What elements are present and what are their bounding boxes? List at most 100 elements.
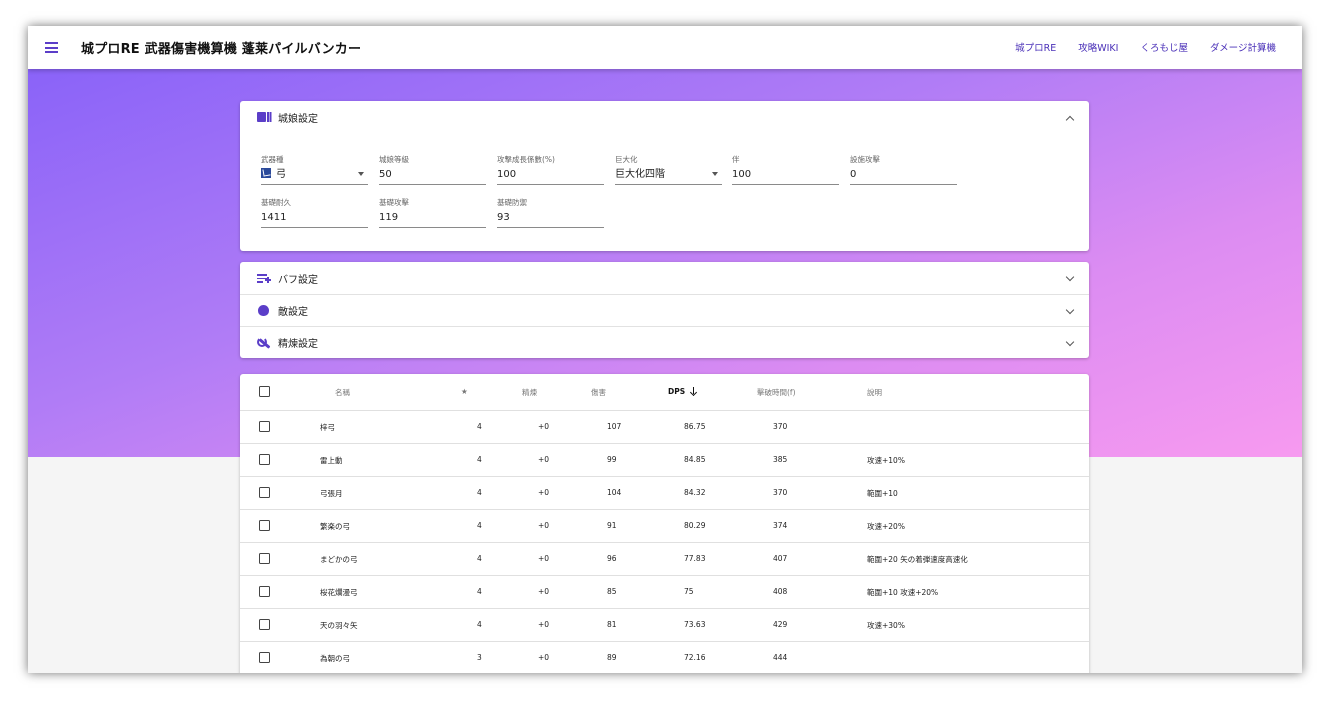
table-row[interactable]: 桜花爛漫弓 4 +0 85 75 408 範圍+10 攻速+20% bbox=[240, 576, 1089, 609]
panel-title: 敵設定 bbox=[278, 307, 308, 318]
top-nav: 城プロRE 攻略WIKI くろもじ屋 ダメージ計算機 bbox=[1015, 40, 1276, 54]
panel-title: 城娘設定 bbox=[278, 113, 318, 125]
field-value[interactable]: 50 bbox=[379, 168, 486, 182]
refine-cell: +0 bbox=[538, 521, 550, 530]
header-damage[interactable]: 傷害 bbox=[591, 387, 606, 398]
chevron-up-icon[interactable] bbox=[1065, 115, 1075, 125]
header-description[interactable]: 說明 bbox=[867, 387, 882, 398]
refine-settings-header[interactable]: 精煉設定 bbox=[240, 326, 1089, 358]
header-star[interactable]: ★ bbox=[461, 387, 468, 396]
dropdown-arrow-icon bbox=[712, 172, 718, 176]
nav-link-kuromojiya[interactable]: くろもじ屋 bbox=[1140, 40, 1188, 54]
table-row[interactable]: 梓弓 4 +0 107 86.75 370 bbox=[240, 411, 1089, 444]
star-cell: 4 bbox=[477, 455, 482, 464]
description-cell: 範圍+10 攻速+20% bbox=[867, 588, 939, 597]
table-row[interactable]: 繁楽の弓 4 +0 91 80.29 374 攻速+20% bbox=[240, 510, 1089, 543]
dps-cell: 77.83 bbox=[684, 554, 706, 563]
chevron-down-icon[interactable] bbox=[1065, 337, 1075, 347]
dps-cell: 84.32 bbox=[684, 488, 706, 497]
facility-attack-field[interactable]: 設施攻擊 0 bbox=[850, 154, 957, 185]
weapon-name-cell: 雷上動 bbox=[320, 456, 343, 465]
growth-rate-field[interactable]: 攻撃成長係數(%) 100 bbox=[497, 154, 604, 185]
row-checkbox[interactable] bbox=[259, 586, 270, 597]
time-cell: 370 bbox=[773, 488, 788, 497]
base-hp-field[interactable]: 基礎耐久 1411 bbox=[261, 197, 368, 228]
field-value[interactable]: 93 bbox=[497, 211, 604, 225]
chevron-down-icon[interactable] bbox=[1065, 272, 1075, 282]
dps-cell: 86.75 bbox=[684, 422, 706, 431]
field-value[interactable]: 119 bbox=[379, 211, 486, 225]
damage-cell: 91 bbox=[607, 521, 617, 530]
menu-icon[interactable] bbox=[45, 42, 58, 53]
nav-link-damage-calculator[interactable]: ダメージ計算機 bbox=[1210, 40, 1276, 54]
header-name[interactable]: 名稱 bbox=[335, 387, 350, 398]
giant-select[interactable]: 巨大化 巨大化四階 bbox=[615, 154, 722, 185]
collapsed-panels: バフ設定 敵設定 精煉設定 bbox=[240, 262, 1089, 358]
row-checkbox[interactable] bbox=[259, 454, 270, 465]
row-checkbox[interactable] bbox=[259, 652, 270, 663]
wrench-icon bbox=[257, 336, 271, 349]
star-cell: 4 bbox=[477, 620, 482, 629]
field-label: 設施攻擊 bbox=[850, 155, 880, 164]
weapon-name-cell: まどかの弓 bbox=[320, 555, 358, 564]
description-cell: 攻速+10% bbox=[867, 456, 905, 465]
table-header: 名稱 ★ 精煉 傷害 DPS 擊破時間(f) 說明 bbox=[240, 374, 1089, 411]
row-checkbox[interactable] bbox=[259, 619, 270, 630]
weapon-name-cell: 繁楽の弓 bbox=[320, 522, 350, 531]
level-field[interactable]: 城娘等級 50 bbox=[379, 154, 486, 185]
id-card-icon bbox=[257, 112, 271, 122]
table-row[interactable]: 雷上動 4 +0 99 84.85 385 攻速+10% bbox=[240, 444, 1089, 477]
time-cell: 370 bbox=[773, 422, 788, 431]
buff-settings-header[interactable]: バフ設定 bbox=[240, 262, 1089, 294]
field-label: 武器種 bbox=[261, 155, 284, 164]
time-cell: 385 bbox=[773, 455, 788, 464]
base-attack-field[interactable]: 基礎攻擊 119 bbox=[379, 197, 486, 228]
base-defense-field[interactable]: 基礎防禦 93 bbox=[497, 197, 604, 228]
star-cell: 4 bbox=[477, 587, 482, 596]
header-dps[interactable]: DPS bbox=[668, 387, 697, 396]
row-checkbox[interactable] bbox=[259, 520, 270, 531]
field-value[interactable]: 100 bbox=[732, 168, 839, 182]
damage-cell: 96 bbox=[607, 554, 617, 563]
chevron-down-icon[interactable] bbox=[1065, 305, 1075, 315]
table-row[interactable]: 天の羽々矢 4 +0 81 73.63 429 攻速+30% bbox=[240, 609, 1089, 642]
field-value[interactable]: 100 bbox=[497, 168, 604, 182]
dps-cell: 72.16 bbox=[684, 653, 706, 662]
row-checkbox[interactable] bbox=[259, 487, 270, 498]
field-value[interactable]: 巨大化四階 bbox=[615, 168, 722, 182]
panel-title: バフ設定 bbox=[278, 274, 318, 286]
header-time[interactable]: 擊破時間(f) bbox=[757, 387, 796, 398]
bond-field[interactable]: 伴 100 bbox=[732, 154, 839, 185]
nav-link-wiki[interactable]: 攻略WIKI bbox=[1078, 40, 1118, 54]
time-cell: 429 bbox=[773, 620, 788, 629]
dps-cell: 80.29 bbox=[684, 521, 706, 530]
star-cell: 4 bbox=[477, 488, 482, 497]
table-body: 梓弓 4 +0 107 86.75 370 雷上動 4 +0 99 84.85 385 攻速+10% 弓張… bbox=[240, 411, 1089, 673]
refine-cell: +0 bbox=[538, 422, 550, 431]
field-label: 巨大化 bbox=[615, 155, 638, 164]
field-label: 基礎攻擊 bbox=[379, 198, 409, 207]
castle-girl-settings-header[interactable]: 城娘設定 bbox=[240, 101, 1089, 133]
table-row[interactable]: 為朝の弓 3 +0 89 72.16 444 bbox=[240, 642, 1089, 673]
refine-cell: +0 bbox=[538, 653, 550, 662]
star-cell: 4 bbox=[477, 422, 482, 431]
time-cell: 444 bbox=[773, 653, 788, 662]
description-cell: 攻速+20% bbox=[867, 522, 905, 531]
dps-cell: 75 bbox=[684, 587, 694, 596]
weapon-type-select[interactable]: 武器種 弓 bbox=[261, 154, 368, 185]
enemy-settings-header[interactable]: 敵設定 bbox=[240, 294, 1089, 326]
table-row[interactable]: まどかの弓 4 +0 96 77.83 407 範圍+20 矢の着弾速度高速化 bbox=[240, 543, 1089, 576]
header-refine[interactable]: 精煉 bbox=[522, 387, 537, 398]
row-checkbox[interactable] bbox=[259, 553, 270, 564]
app-window: 城プロRE 武器傷害機算機 蓬莱パイルバンカー 城プロRE 攻略WIKI くろも… bbox=[28, 26, 1302, 673]
row-checkbox[interactable] bbox=[259, 421, 270, 432]
table-row[interactable]: 弓張月 4 +0 104 84.32 370 範圍+10 bbox=[240, 477, 1089, 510]
select-all-checkbox[interactable] bbox=[259, 386, 270, 397]
field-value[interactable]: 1411 bbox=[261, 211, 368, 225]
refine-cell: +0 bbox=[538, 587, 550, 596]
description-cell: 攻速+30% bbox=[867, 621, 905, 630]
field-label: 基礎防禦 bbox=[497, 198, 527, 207]
nav-link-shiropro[interactable]: 城プロRE bbox=[1015, 40, 1056, 54]
panel-title: 精煉設定 bbox=[278, 339, 318, 350]
field-value[interactable]: 0 bbox=[850, 168, 957, 182]
